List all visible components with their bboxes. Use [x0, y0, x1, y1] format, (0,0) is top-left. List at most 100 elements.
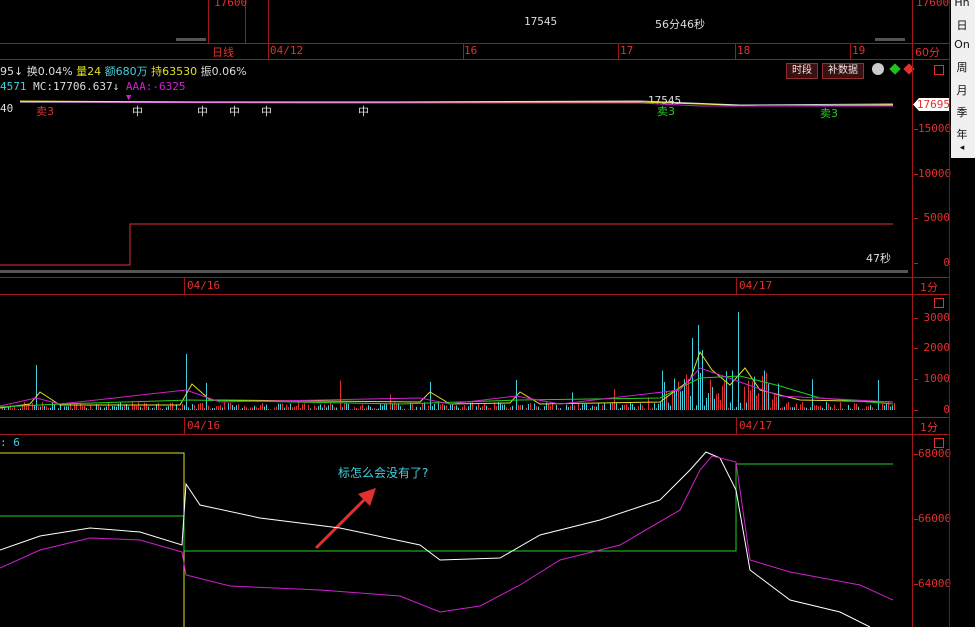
volume-bar [528, 404, 529, 410]
volume-bar [600, 409, 601, 410]
volume-bar [34, 405, 35, 410]
period-item-multiday[interactable]: On [951, 38, 973, 51]
volume-bar [602, 405, 603, 410]
volume-bar [444, 405, 445, 410]
volume-bar [128, 406, 129, 410]
volume-ma-magenta [0, 367, 894, 407]
volume-bar [78, 409, 79, 410]
volume-bar [800, 404, 801, 410]
volume-bar [806, 407, 807, 410]
volume-bar [644, 408, 645, 410]
volume-bars-canvas [0, 312, 895, 410]
volume-bar [714, 398, 715, 410]
volume-bar [366, 407, 367, 410]
volume-bar [174, 409, 175, 410]
volume-bar [180, 408, 181, 410]
top-right-divider [912, 0, 913, 60]
volume-maximize-icon[interactable] [934, 298, 944, 308]
volume-bar [384, 404, 385, 410]
volume-bar [832, 408, 833, 410]
volume-bar [510, 407, 511, 410]
volume-bar [480, 407, 481, 410]
volume-bar [378, 408, 379, 410]
volume-bar [162, 408, 163, 410]
volume-bar [150, 409, 151, 410]
volume-bar [100, 407, 101, 410]
volume-bar [300, 408, 301, 410]
volume-bar [556, 404, 557, 410]
volume-bar [812, 379, 813, 410]
volume-bar [268, 409, 269, 410]
period-item-quarter[interactable]: 季 [951, 104, 973, 120]
volume-bar [862, 408, 863, 410]
volume-bar [358, 408, 359, 410]
volume-bar [266, 404, 267, 410]
period-item-month[interactable]: 月 [951, 82, 973, 98]
volume-bar [82, 406, 83, 410]
period-item-year[interactable]: 年 [951, 126, 973, 142]
period-item-week[interactable]: 周 [951, 59, 973, 75]
volume-bar [582, 404, 583, 410]
volume-bar [430, 382, 431, 410]
volume-bar [706, 397, 707, 410]
volume-bar [442, 403, 443, 410]
volume-bar [198, 403, 199, 410]
top-price-label-right: 17600 [916, 0, 950, 9]
volume-bar [210, 408, 211, 410]
volume-bar [512, 405, 513, 410]
volume-bar [234, 407, 235, 410]
vol-period[interactable]: 1分 [920, 419, 938, 435]
volume-bar [220, 405, 221, 410]
volume-bar [678, 381, 679, 410]
volume-bar [170, 402, 171, 410]
volume-bar [262, 403, 263, 410]
volume-bar [496, 406, 497, 410]
volume-bar [476, 406, 477, 410]
volume-bar [138, 402, 139, 410]
volume-bar [728, 407, 729, 410]
volume-bar [44, 406, 45, 410]
volume-bar [294, 406, 295, 410]
volume-bar [876, 409, 877, 410]
scroll-left-arrow-icon[interactable]: ◂ [951, 143, 973, 153]
volume-bar [264, 406, 265, 410]
maximize-icon[interactable] [934, 65, 944, 75]
volume-bar [246, 407, 247, 410]
volume-bar [460, 409, 461, 410]
period-item-minute[interactable]: Hh [951, 0, 973, 9]
volume-bar [558, 408, 559, 410]
volume-bar [422, 403, 423, 410]
volume-bar [136, 405, 137, 410]
volume-bar [566, 404, 567, 410]
main-period[interactable]: 1分 [920, 279, 938, 295]
volume-bar [240, 409, 241, 410]
volume-bar [242, 407, 243, 410]
volume-bar [590, 408, 591, 410]
volume-bar [368, 405, 369, 410]
vol-y-label-0: 3000 [923, 311, 951, 324]
volume-bar [252, 407, 253, 410]
volume-bar [200, 403, 201, 410]
right-period-panel: Hh 日 On 周 月 季 年 ◂ [951, 0, 975, 158]
volume-bar [142, 408, 143, 410]
volume-bar [560, 408, 561, 410]
period-item-day[interactable]: 日 [951, 17, 973, 33]
volume-bar [214, 408, 215, 410]
volume-bar [26, 405, 27, 410]
volume-ma-green [0, 375, 894, 408]
volume-bar [762, 375, 763, 410]
volume-bar [116, 406, 117, 410]
volume-bar [236, 405, 237, 410]
volume-bar [30, 409, 31, 410]
main-y-label-1: 10000 [918, 167, 952, 180]
volume-bar [868, 406, 869, 410]
volume-bar [730, 402, 731, 410]
volume-bar [886, 403, 887, 410]
volume-bar [622, 404, 623, 410]
top-period[interactable]: 60分 [915, 44, 940, 60]
volume-bar [50, 407, 51, 410]
volume-bar [196, 408, 197, 410]
volume-bar [814, 405, 815, 410]
volume-bar [278, 403, 279, 410]
volume-bar [838, 409, 839, 410]
